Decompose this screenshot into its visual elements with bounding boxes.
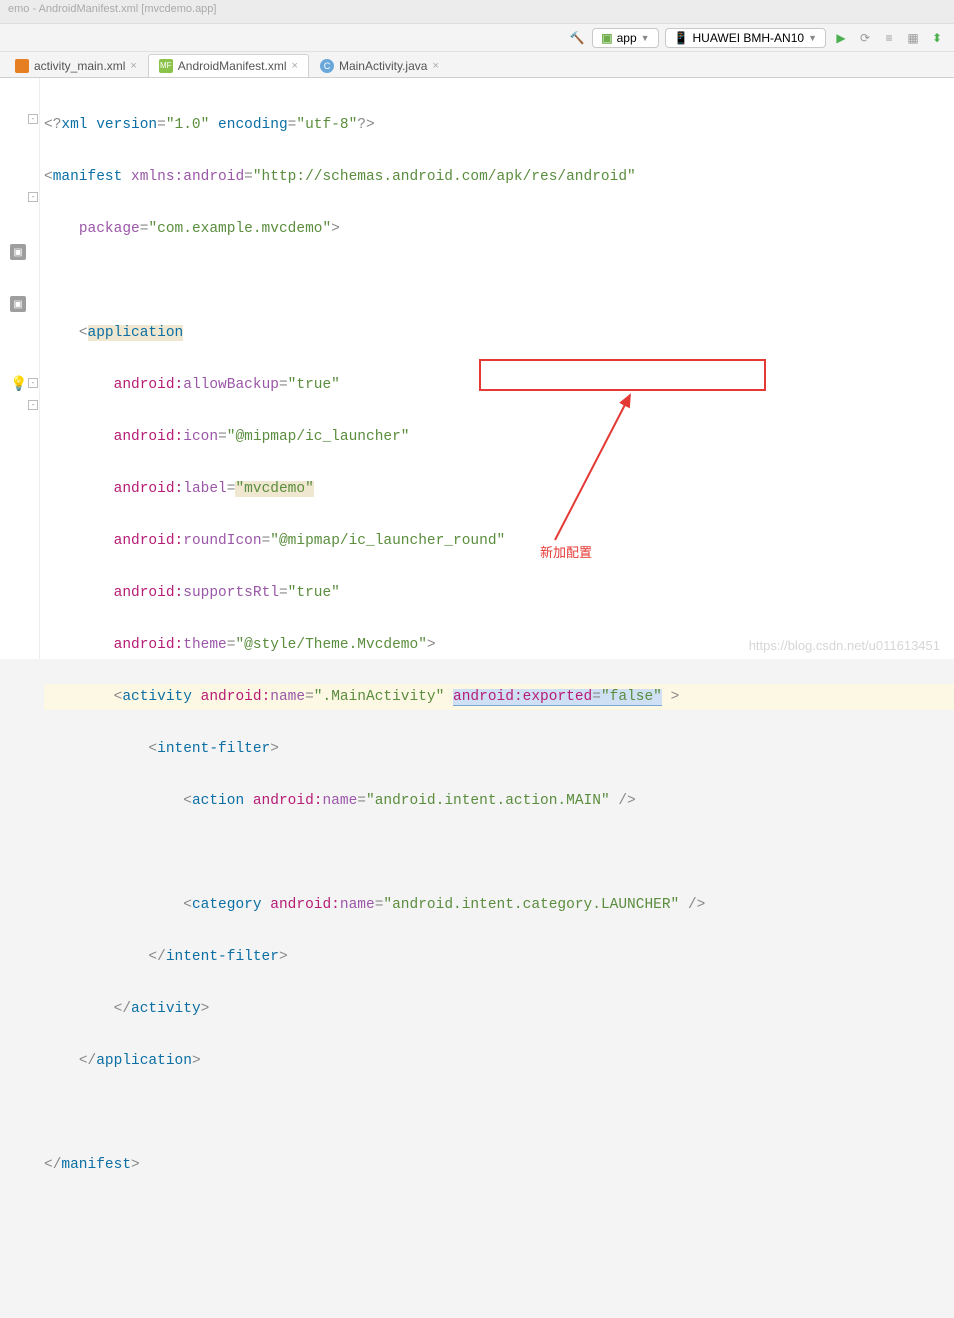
category-name-val: "android.intent.category.LAUNCHER" <box>383 897 679 913</box>
tab-label: MainActivity.java <box>339 59 427 73</box>
tab-manifest[interactable]: MF AndroidManifest.xml × <box>148 54 309 77</box>
fold-marker[interactable]: - <box>28 378 38 388</box>
image-gutter-icon[interactable]: ▣ <box>10 296 26 312</box>
profile-icon[interactable]: ≡ <box>880 29 898 47</box>
editor-gutter: - - ▣ ▣ 💡 - - <box>0 78 40 659</box>
manifest-file-icon: MF <box>159 59 173 73</box>
fold-marker[interactable]: - <box>28 114 38 124</box>
package-val: "com.example.mvcdemo" <box>148 221 331 237</box>
main-toolbar: 🔨 ▣ app ▼ 📱 HUAWEI BMH-AN10 ▼ ▶ ⟳ ≡ ▦ ⬍ <box>0 24 954 52</box>
annotation-arrow <box>510 390 650 550</box>
chevron-down-icon: ▼ <box>808 33 817 43</box>
device-label: HUAWEI BMH-AN10 <box>693 31 805 45</box>
activity-name-val: ".MainActivity" <box>314 689 445 705</box>
close-icon[interactable]: × <box>130 60 136 72</box>
fold-marker[interactable]: - <box>28 400 38 410</box>
code-editor[interactable]: <?xml version="1.0" encoding="utf-8"?> <… <box>40 78 954 659</box>
watermark-text: https://blog.csdn.net/u011613451 <box>749 638 940 653</box>
editor-tabs: activity_main.xml × MF AndroidManifest.x… <box>0 52 954 78</box>
android-app-icon: ▣ <box>601 31 612 45</box>
editor-area: - - ▣ ▣ 💡 - - <?xml version="1.0" encodi… <box>0 78 954 659</box>
supportsRtl-val: "true" <box>288 585 340 601</box>
close-icon[interactable]: × <box>432 60 438 72</box>
window-titlebar: emo - AndroidManifest.xml [mvcdemo.app] <box>0 0 954 24</box>
device-selector[interactable]: 📱 HUAWEI BMH-AN10 ▼ <box>665 28 826 48</box>
image-gutter-icon[interactable]: ▣ <box>10 244 26 260</box>
run-config-label: app <box>617 31 637 45</box>
tab-mainactivity[interactable]: C MainActivity.java × <box>309 54 450 77</box>
roundIcon-val: "@mipmap/ic_launcher_round" <box>270 533 505 549</box>
avd-icon[interactable]: ▦ <box>904 29 922 47</box>
run-config-app[interactable]: ▣ app ▼ <box>592 28 658 48</box>
annotation-label: 新加配置 <box>540 540 592 566</box>
icon-val: "@mipmap/ic_launcher" <box>227 429 410 445</box>
intention-bulb-icon[interactable]: 💡 <box>10 374 28 392</box>
allowBackup-val: "true" <box>288 377 340 393</box>
debug-icon[interactable]: ⟳ <box>856 29 874 47</box>
exported-val: "false" <box>601 689 662 705</box>
xml-file-icon <box>15 59 29 73</box>
close-icon[interactable]: × <box>292 60 298 72</box>
action-name-val: "android.intent.action.MAIN" <box>366 793 610 809</box>
tab-activity-main[interactable]: activity_main.xml × <box>4 54 148 77</box>
tab-label: AndroidManifest.xml <box>178 59 287 73</box>
tab-label: activity_main.xml <box>34 59 125 73</box>
label-val: "mvcdemo" <box>235 481 313 497</box>
sync-icon[interactable]: ⬍ <box>928 29 946 47</box>
xml-encoding: "utf-8" <box>296 117 357 133</box>
build-icon[interactable]: 🔨 <box>568 29 586 47</box>
theme-val: "@style/Theme.Mvcdemo" <box>235 637 426 653</box>
java-class-icon: C <box>320 59 334 73</box>
xmlns-attr: xmlns:android <box>131 169 244 185</box>
exported-attr: android:exported <box>453 689 592 705</box>
xml-version: "1.0" <box>166 117 210 133</box>
fold-marker[interactable]: - <box>28 192 38 202</box>
phone-icon: 📱 <box>674 31 689 45</box>
xmlns-val: "http://schemas.android.com/apk/res/andr… <box>253 169 636 185</box>
chevron-down-icon: ▼ <box>641 33 650 43</box>
run-button[interactable]: ▶ <box>832 29 850 47</box>
